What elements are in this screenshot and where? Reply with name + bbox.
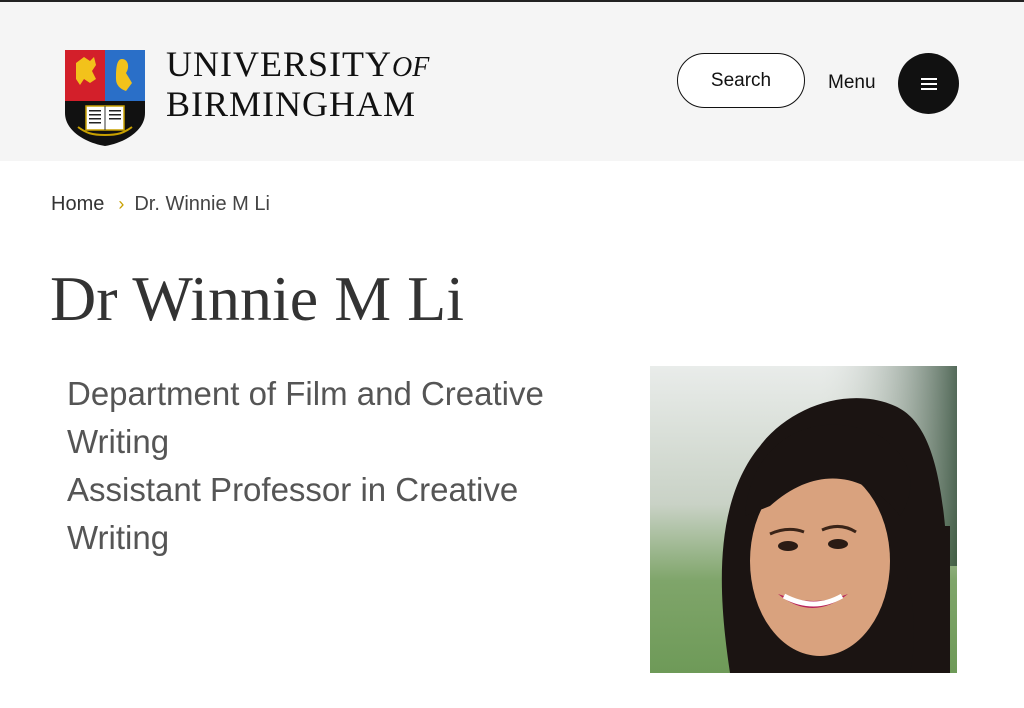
university-crest-icon (65, 50, 145, 146)
role-text: Assistant Professor in Creative Writing (67, 471, 519, 556)
department-text: Department of Film and Creative Writing (67, 375, 544, 460)
wordmark-of: OF (391, 52, 430, 83)
menu-label[interactable]: Menu (828, 72, 876, 94)
breadcrumb-home[interactable]: Home (51, 193, 104, 216)
search-button[interactable]: Search (677, 53, 805, 108)
hamburger-icon (920, 77, 937, 90)
breadcrumb-current: Dr. Winnie M Li (134, 193, 270, 215)
profile-photo (650, 366, 957, 673)
wordmark-line1: UNIVERSITY (166, 44, 392, 84)
wordmark: UNIVERSITYOF BIRMINGHAM (166, 46, 429, 122)
page-title: Dr Winnie M Li (50, 263, 464, 334)
menu-button[interactable] (898, 53, 959, 114)
wordmark-line2: BIRMINGHAM (166, 84, 417, 124)
site-header: UNIVERSITYOF BIRMINGHAM Search Menu (0, 2, 1024, 161)
breadcrumb: Home › Dr. Winnie M Li (51, 193, 270, 216)
university-logo-link[interactable]: UNIVERSITYOF BIRMINGHAM (0, 2, 460, 161)
profile-subtitle: Department of Film and Creative Writing … (67, 370, 612, 562)
chevron-right-icon: › (118, 194, 125, 214)
